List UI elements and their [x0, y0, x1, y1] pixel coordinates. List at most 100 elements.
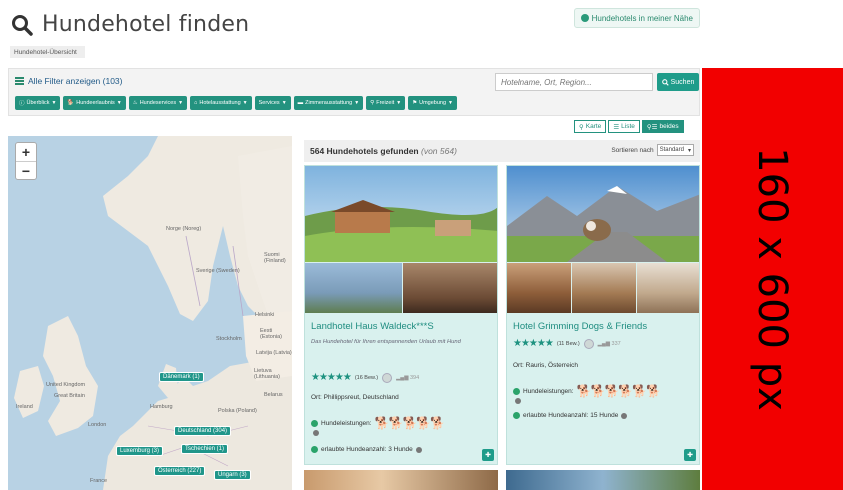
- thumbnail[interactable]: [305, 263, 402, 313]
- view-count: ▂▄▆ 394: [396, 375, 419, 381]
- map-pin-icon: ⚑: [412, 100, 418, 106]
- filter-chip-ueberblick[interactable]: ⓘ Überblick ▼: [15, 96, 61, 110]
- results-total: (von 564): [421, 146, 457, 156]
- results-bar: 564 Hundehotels gefunden (von 564) Sorti…: [304, 140, 700, 162]
- certificate-icon: [382, 372, 393, 383]
- rating-stars: ★★★★★: [513, 338, 554, 349]
- filter-chip-hundeerlaubnis[interactable]: 🐕 Hundeerlaubnis ▼: [63, 96, 126, 110]
- sort-label: Sortieren nach: [611, 146, 654, 154]
- ad-size-label: 160 x 600 px: [749, 147, 795, 411]
- review-count[interactable]: (11 Bew.): [557, 341, 580, 347]
- chip-label: Zimmerausstattung: [305, 100, 353, 106]
- dogs-allowed: erlaubte Hundeanzahl: 3 Hunde: [311, 446, 422, 453]
- hotel-card-peek[interactable]: [506, 470, 700, 490]
- map-label: Stockholm: [216, 336, 242, 342]
- map-label: London: [88, 422, 107, 428]
- info-icon[interactable]: [621, 412, 628, 419]
- list-icon: ☰: [613, 123, 620, 131]
- filter-chips: ⓘ Überblick ▼ 🐕 Hundeerlaubnis ▼ ♨ Hundeservi…: [15, 96, 457, 110]
- filter-chip-hotelausstattung[interactable]: ⌂ Hotelausstattung ▼: [190, 96, 252, 110]
- zoom-in-button[interactable]: +: [16, 143, 36, 161]
- hotel-card[interactable]: Landhotel Haus Waldeck***S Das Hundehote…: [304, 165, 498, 465]
- hotel-card[interactable]: Hotel Grimming Dogs & Friends ★★★★★ (11 …: [506, 165, 700, 465]
- filter-chip-zimmerausstattung[interactable]: ▬ Zimmerausstattung ▼: [293, 96, 364, 110]
- chip-label: Hundeerlaubnis: [76, 100, 115, 106]
- map-cluster-marker[interactable]: Deutschland (304): [174, 426, 232, 436]
- chip-label: Hotelausstattung: [199, 100, 241, 106]
- map-label: Polska (Poland): [218, 408, 257, 414]
- chevron-down-icon: ▼: [116, 100, 122, 106]
- map-cluster-marker[interactable]: Ungarn (3): [214, 470, 251, 480]
- breadcrumb[interactable]: Hundehotel-Übersicht: [10, 46, 85, 58]
- filter-chip-freizeit[interactable]: ⚲ Freizeit ▼: [366, 96, 406, 110]
- check-icon: [513, 387, 520, 395]
- map-label: Eesti (Estonia): [260, 328, 283, 340]
- sort-control: Sortieren nach Standard ▾: [611, 144, 694, 156]
- dog-services: Hundeleistungen: 🐕🐕🐕🐕🐕: [311, 416, 445, 430]
- thumbnail[interactable]: [572, 263, 636, 313]
- map-cluster-marker[interactable]: Dänemark (1): [159, 372, 204, 382]
- view-map-button[interactable]: ⚲ Karte: [574, 120, 607, 133]
- thumbnail[interactable]: [402, 263, 497, 313]
- view-both-button[interactable]: ⚲☰ beides: [641, 120, 684, 133]
- dog-icons: 🐕🐕🐕🐕🐕🐕: [576, 384, 662, 398]
- search-button-label: Suchen: [670, 78, 695, 86]
- view-count: ▂▄▆ 337: [598, 341, 621, 347]
- view-map-label: Karte: [585, 123, 602, 130]
- show-on-map-icon[interactable]: ✚: [482, 449, 494, 461]
- ad-placeholder[interactable]: 160 x 600 px: [702, 68, 843, 490]
- rating-row: ★★★★★ (11 Bew.) ▂▄▆ 337: [513, 338, 621, 349]
- map-label: Suomi (Finland): [264, 252, 286, 264]
- sort-select[interactable]: Standard ▾: [656, 144, 694, 156]
- search-icon: [12, 14, 33, 36]
- chip-label: Hundeservices: [139, 100, 177, 106]
- hotel-title[interactable]: Hotel Grimming Dogs & Friends: [513, 321, 647, 332]
- map-cluster-marker[interactable]: Österreich (227): [154, 466, 206, 476]
- filter-chip-umgebung[interactable]: ⚑ Umgebung ▼: [408, 96, 457, 110]
- all-filters-link[interactable]: Alle Filter anzeigen (103): [15, 76, 123, 86]
- nearby-hotels-label: Hundehotels in meiner Nähe: [591, 13, 693, 23]
- hotel-title[interactable]: Landhotel Haus Waldeck***S: [311, 321, 434, 332]
- chevron-down-icon: ▼: [178, 100, 184, 106]
- view-count-value: 394: [409, 374, 420, 381]
- chevron-down-icon: ▼: [51, 100, 57, 106]
- thumbnail[interactable]: [637, 263, 699, 313]
- title-wrap: Hundehotel finden: [10, 12, 249, 37]
- bicycle-icon: ⚲: [370, 100, 375, 106]
- chevron-down-icon: ▾: [687, 147, 691, 154]
- dog-services-label: Hundeleistungen:: [321, 419, 372, 427]
- rating-row: ★★★★★ (16 Bew.) ▂▄▆ 394: [311, 372, 419, 383]
- filter-chip-services[interactable]: Services ▼: [254, 96, 291, 110]
- map-cluster-marker[interactable]: Tschechien (1): [181, 444, 229, 454]
- info-icon[interactable]: [313, 430, 319, 436]
- map-cluster-marker[interactable]: Luxemburg (3): [116, 446, 164, 456]
- info-icon[interactable]: [515, 398, 521, 404]
- zoom-out-button[interactable]: −: [16, 161, 36, 179]
- chip-label: Freizeit: [376, 100, 395, 106]
- search-input[interactable]: [495, 73, 653, 91]
- show-on-map-icon[interactable]: ✚: [684, 449, 696, 461]
- filter-chip-hundeservices[interactable]: ♨ Hundeservices ▼: [128, 96, 188, 110]
- all-filters-label: Alle Filter anzeigen (103): [28, 76, 123, 86]
- map-label: United Kingdom: [46, 382, 86, 388]
- search-icon: [661, 78, 669, 86]
- view-list-button[interactable]: ☰ Liste: [608, 120, 640, 133]
- map-label: Latvija (Latvia): [256, 350, 292, 356]
- chip-label: Services: [258, 100, 280, 106]
- results-map[interactable]: + − Norge (Noreg) Sverige (Sweden) Suomi…: [8, 136, 292, 490]
- rating-stars: ★★★★★: [311, 372, 352, 383]
- hotel-photo[interactable]: [507, 166, 700, 262]
- results-count: 564 Hundehotels gefunden (von 564): [310, 146, 457, 156]
- check-icon: [513, 412, 520, 419]
- chevron-down-icon: ▼: [448, 100, 453, 106]
- nearby-hotels-button[interactable]: Hundehotels in meiner Nähe: [573, 8, 700, 28]
- hotel-card-peek[interactable]: [304, 470, 498, 490]
- review-count[interactable]: (16 Bew.): [355, 375, 378, 381]
- view-list-label: Liste: [621, 123, 635, 130]
- search-button[interactable]: Suchen: [657, 73, 699, 91]
- thumbnail[interactable]: [507, 263, 571, 313]
- hotel-photo[interactable]: [305, 166, 498, 262]
- chevron-down-icon: ▼: [242, 100, 248, 106]
- map-pin-icon: ⚲: [579, 123, 584, 131]
- info-icon[interactable]: [415, 446, 422, 453]
